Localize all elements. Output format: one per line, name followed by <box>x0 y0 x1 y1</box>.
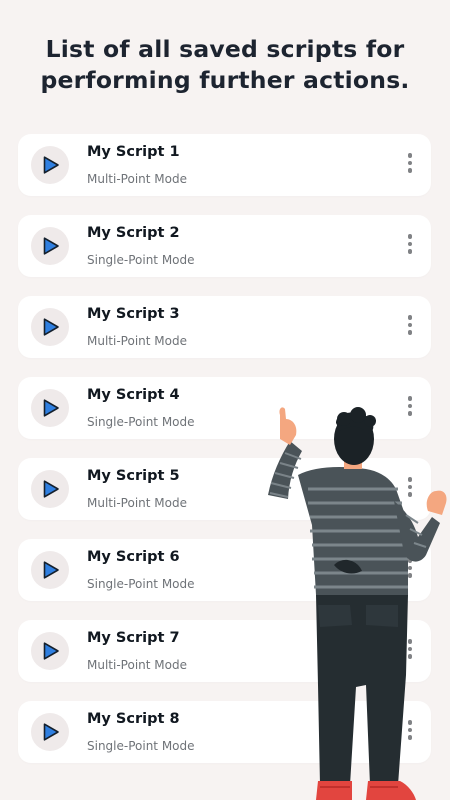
script-card-1[interactable]: My Script 1 Multi-Point Mode <box>18 134 431 196</box>
play-icon <box>43 237 59 255</box>
more-vertical-icon[interactable] <box>405 153 415 177</box>
script-name: My Script 4 <box>87 387 180 403</box>
play-icon <box>43 318 59 336</box>
script-name: My Script 3 <box>87 306 180 322</box>
play-icon <box>43 399 59 417</box>
play-button[interactable] <box>31 308 69 346</box>
script-name: My Script 1 <box>87 144 180 160</box>
play-button[interactable] <box>31 470 69 508</box>
script-mode: Single-Point Mode <box>87 739 195 753</box>
play-icon <box>43 642 59 660</box>
script-name: My Script 8 <box>87 711 180 727</box>
play-button[interactable] <box>31 551 69 589</box>
script-name: My Script 7 <box>87 630 180 646</box>
script-card-3[interactable]: My Script 3 Multi-Point Mode <box>18 296 431 358</box>
more-vertical-icon[interactable] <box>405 315 415 339</box>
play-icon <box>43 156 59 174</box>
script-mode: Multi-Point Mode <box>87 172 187 186</box>
play-button[interactable] <box>31 146 69 184</box>
more-vertical-icon[interactable] <box>405 234 415 258</box>
script-name: My Script 2 <box>87 225 180 241</box>
play-button[interactable] <box>31 632 69 670</box>
play-button[interactable] <box>31 227 69 265</box>
script-name: My Script 6 <box>87 549 180 565</box>
play-button[interactable] <box>31 389 69 427</box>
page-title-line-1: List of all saved scripts for <box>45 35 405 63</box>
page-title: List of all saved scripts for performing… <box>0 34 450 96</box>
play-icon <box>43 480 59 498</box>
page-title-line-2: performing further actions. <box>40 66 410 94</box>
play-icon <box>43 561 59 579</box>
script-card-2[interactable]: My Script 2 Single-Point Mode <box>18 215 431 277</box>
play-icon <box>43 723 59 741</box>
script-mode: Multi-Point Mode <box>87 334 187 348</box>
script-mode: Single-Point Mode <box>87 577 195 591</box>
script-mode: Single-Point Mode <box>87 415 195 429</box>
script-name: My Script 5 <box>87 468 180 484</box>
person-illustration <box>268 407 447 800</box>
script-mode: Multi-Point Mode <box>87 496 187 510</box>
script-mode: Multi-Point Mode <box>87 658 187 672</box>
play-button[interactable] <box>31 713 69 751</box>
script-mode: Single-Point Mode <box>87 253 195 267</box>
